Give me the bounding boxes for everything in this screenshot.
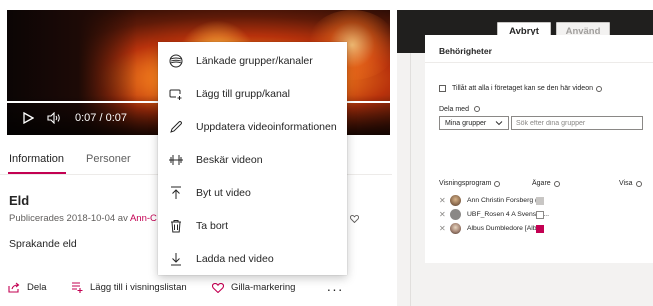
group-search-input[interactable] <box>516 119 641 127</box>
author-link[interactable]: Ann-C <box>130 213 157 224</box>
share-with-label: Dela med <box>439 106 469 113</box>
play-button[interactable] <box>17 107 39 129</box>
info-icon <box>494 180 501 187</box>
menu-item-label: Beskär videon <box>196 153 263 166</box>
menu-item-add-group[interactable]: Lägg till grupp/kanal <box>158 77 347 110</box>
allow-company-label: Tillåt att alla i företaget kan se den h… <box>452 85 593 92</box>
viewer-name: UBF_Rosen 4 A Svenska... <box>467 211 549 218</box>
menu-item-label: Ladda ned video <box>196 252 274 265</box>
heart-icon <box>350 214 360 223</box>
chevron-down-icon <box>495 121 503 126</box>
menu-item-delete[interactable]: Ta bort <box>158 209 347 242</box>
avatar <box>450 223 461 234</box>
like-label: Gilla-markering <box>231 282 296 293</box>
download-icon <box>166 249 186 269</box>
action-bar: Dela Lägg till i visningslistan Gilla-ma… <box>0 279 392 301</box>
column-viewers-label: Visningsprogram <box>439 180 492 187</box>
share-label: Dela <box>27 282 47 293</box>
volume-button[interactable] <box>43 107 65 129</box>
video-title: Eld <box>9 193 30 208</box>
trim-icon <box>166 150 186 170</box>
edit-icon <box>166 117 186 137</box>
info-icon <box>596 85 602 92</box>
share-with-select[interactable]: Mina grupper <box>439 116 509 130</box>
remove-viewer-button[interactable]: ✕ <box>439 210 447 219</box>
viewer-name: Albus Dumbledore [Alb... <box>467 225 543 232</box>
viewer-row: ✕ Ann Christin Forsberg (... <box>439 194 651 207</box>
viewer-name: Ann Christin Forsberg (... <box>467 197 543 204</box>
menu-item-label: Lägg till grupp/kanal <box>196 87 290 100</box>
trash-icon <box>166 216 186 236</box>
globe-icon <box>166 51 186 71</box>
share-button[interactable]: Dela <box>8 282 47 293</box>
tab-information[interactable]: Information <box>9 153 64 165</box>
published-text: Publicerades 2018-10-04 av <box>9 213 130 224</box>
heart-outline-icon <box>212 282 224 293</box>
menu-item-trim-video[interactable]: Beskär videon <box>158 143 347 176</box>
permissions-heading: Behörigheter <box>439 46 492 56</box>
viewer-row: ✕ Albus Dumbledore [Alb... <box>439 222 651 235</box>
group-search-field[interactable] <box>511 116 643 130</box>
more-options-button[interactable]: ··· <box>322 279 348 299</box>
menu-item-linked-groups[interactable]: Länkade grupper/kanaler <box>158 44 347 77</box>
video-published-info: Publicerades 2018-10-04 av Ann-C <box>9 213 157 224</box>
menu-item-update-info[interactable]: Uppdatera videoinformationen <box>158 110 347 143</box>
column-owner: Ägare <box>532 180 560 187</box>
video-description: Sprakande eld <box>9 238 77 250</box>
menu-item-label: Byt ut video <box>196 186 251 199</box>
add-group-icon <box>166 84 186 104</box>
panel-divider <box>397 53 411 306</box>
group-avatar <box>450 209 461 220</box>
menu-item-label: Ta bort <box>196 219 229 232</box>
column-view: Visa <box>619 180 642 187</box>
watchlist-label: Lägg till i visningslistan <box>90 282 187 293</box>
menu-item-label: Uppdatera videoinformationen <box>196 120 337 133</box>
like-button[interactable]: Gilla-markering <box>212 282 295 293</box>
add-to-watchlist-button[interactable]: Lägg till i visningslistan <box>71 282 187 293</box>
volume-icon <box>47 111 60 124</box>
info-icon <box>553 180 560 187</box>
share-with-label-row: Dela med <box>439 106 480 113</box>
menu-item-label: Länkade grupper/kanaler <box>196 54 313 67</box>
column-owner-label: Ägare <box>532 180 551 187</box>
play-icon <box>22 111 34 124</box>
share-with-value: Mina grupper <box>445 119 487 127</box>
viewer-row: ✕ UBF_Rosen 4 A Svenska... <box>439 208 651 221</box>
permissions-panel: Avbryt Använd Behörigheter Tillåt att al… <box>397 10 653 306</box>
owner-checkbox[interactable] <box>536 196 544 205</box>
upload-icon <box>166 183 186 203</box>
avatar <box>450 195 461 206</box>
column-viewers: Visningsprogram <box>439 180 501 187</box>
remove-viewer-button[interactable]: ✕ <box>439 196 447 205</box>
permissions-header: Behörigheter <box>425 35 653 63</box>
info-icon <box>635 180 642 187</box>
allow-company-view[interactable]: Tillåt att alla i företaget kan se den h… <box>439 85 602 92</box>
menu-item-download[interactable]: Ladda ned video <box>158 242 347 275</box>
info-icon <box>473 106 480 113</box>
column-view-label: Visa <box>619 180 633 187</box>
share-icon <box>8 282 20 293</box>
menu-item-replace-video[interactable]: Byt ut video <box>158 176 347 209</box>
tab-people[interactable]: Personer <box>86 153 131 165</box>
owner-checkbox[interactable] <box>536 224 544 233</box>
owner-checkbox[interactable] <box>536 210 544 219</box>
active-tab-indicator <box>8 172 66 174</box>
allow-company-checkbox[interactable] <box>439 85 446 92</box>
remove-viewer-button[interactable]: ✕ <box>439 224 447 233</box>
video-time: 0:07 / 0:07 <box>75 111 127 124</box>
video-controls: 0:07 / 0:07 <box>7 100 167 135</box>
video-context-menu: Länkade grupper/kanaler Lägg till grupp/… <box>158 42 347 275</box>
watchlist-icon <box>72 282 83 293</box>
